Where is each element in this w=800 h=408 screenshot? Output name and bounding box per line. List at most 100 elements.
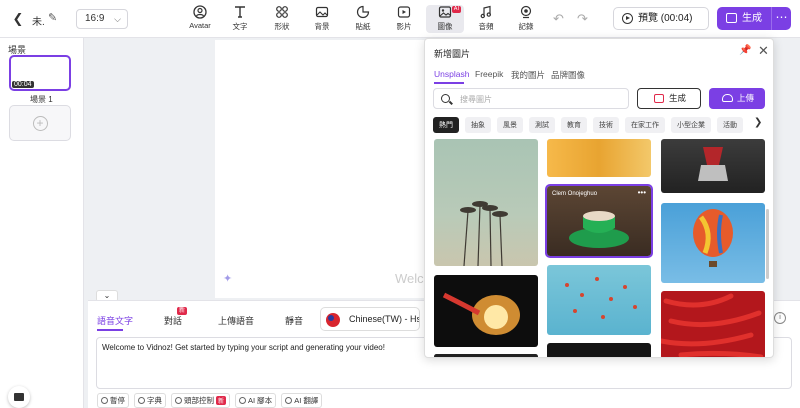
image-search-box	[433, 88, 629, 109]
chip-events[interactable]: 活動	[717, 117, 743, 133]
script-toolbar: 暫停 字典 頭部控制新 AI 腳本 AI 翻譯	[97, 393, 323, 408]
tool-label: 背景	[314, 22, 330, 31]
music-icon	[480, 5, 491, 19]
add-scene-button[interactable]: +	[9, 105, 71, 141]
dictionary-button[interactable]: 字典	[134, 393, 166, 408]
palm-trees-image	[460, 201, 508, 266]
tab-freepik[interactable]: Freepik	[475, 69, 503, 79]
project-name[interactable]: 未.	[32, 13, 45, 28]
tool-image[interactable]: AI 圖像	[426, 5, 464, 33]
pin-icon[interactable]: 📌	[739, 45, 751, 56]
head-control-button[interactable]: 頭部控制新	[171, 393, 231, 408]
generate-button[interactable]: 生成	[717, 7, 771, 30]
preview-button[interactable]: 預覽 (00:04)	[613, 7, 709, 30]
photo-credit: Clem Onojeghuo	[552, 191, 598, 197]
image-thumbnail[interactable]	[547, 343, 651, 357]
text-icon	[235, 6, 245, 18]
image-thumbnail[interactable]	[661, 139, 765, 193]
scene-thumbnail[interactable]: 00:04	[9, 55, 71, 91]
chip-technology[interactable]: 技術	[593, 117, 619, 133]
close-icon[interactable]: ✕	[758, 43, 769, 59]
ai-script-button[interactable]: AI 腳本	[235, 393, 277, 408]
image-thumbnail[interactable]	[661, 203, 765, 283]
image-thumbnail[interactable]	[661, 291, 765, 357]
more-options-icon[interactable]: •••	[638, 188, 646, 197]
chip-popular[interactable]: 熱門	[433, 117, 459, 133]
pencil-icon[interactable]: ✎	[48, 11, 57, 24]
head-icon	[175, 397, 182, 404]
scene-label: 場景 1	[30, 95, 53, 104]
generate-icon	[726, 13, 737, 23]
redo-icon[interactable]: ↷	[577, 11, 588, 27]
generate-label: 生成	[742, 13, 762, 24]
image-thumbnail[interactable]	[434, 139, 538, 266]
preview-label: 預覽 (00:04)	[638, 13, 693, 24]
tool-avatar[interactable]: Avatar	[183, 5, 217, 33]
chip-work-from-home[interactable]: 在家工作	[625, 117, 665, 133]
taiwan-flag-icon	[326, 313, 340, 327]
play-icon	[622, 13, 633, 24]
shapes-icon	[276, 6, 288, 18]
tool-shapes[interactable]: 形狀	[265, 5, 299, 33]
translate-icon	[285, 397, 293, 404]
top-bar: ❮ 未. ✎ 16:9 ⌵ Avatar 文字 形狀 背景 貼紙 影片 AI 圖像…	[0, 0, 800, 38]
vidnoz-logo-icon: ✦	[223, 273, 233, 285]
avatar-icon	[193, 5, 207, 19]
tool-record[interactable]: 記錄	[509, 5, 543, 33]
tab-brand-images[interactable]: 品牌圖像	[551, 69, 585, 81]
tool-label: 影片	[396, 22, 412, 31]
back-icon[interactable]: ❮	[10, 11, 26, 27]
tool-background[interactable]: 背景	[305, 5, 339, 33]
plus-icon: +	[32, 115, 48, 131]
support-button[interactable]	[8, 386, 30, 408]
image-thumbnail[interactable]	[547, 139, 651, 177]
chip-small-business[interactable]: 小型企業	[671, 117, 711, 133]
tab-upload-voice[interactable]: 上傳語音	[218, 314, 254, 327]
balloons-sky-image	[565, 277, 637, 319]
ai-translate-button[interactable]: AI 翻譯	[281, 393, 323, 408]
tool-label: 圖像	[437, 22, 453, 31]
info-icon[interactable]: i	[774, 312, 786, 324]
tool-video[interactable]: 影片	[387, 5, 421, 33]
chip-test[interactable]: 測試	[529, 117, 555, 133]
voice-selector[interactable]: Chinese(TW) - HsiaoYu	[320, 307, 420, 331]
scene-duration: 00:04	[12, 81, 34, 88]
image-thumbnail[interactable]	[434, 354, 538, 357]
chip-landscape[interactable]: 風景	[497, 117, 523, 133]
pause-button[interactable]: 暫停	[97, 393, 129, 408]
link-icon	[138, 397, 145, 404]
chevron-down-icon: ⌵	[114, 14, 121, 24]
tab-dialogue[interactable]: 對話	[164, 314, 182, 327]
tool-text[interactable]: 文字	[223, 5, 257, 33]
more-options-icon[interactable]: ⋯	[771, 7, 791, 30]
chip-abstract[interactable]: 抽象	[465, 117, 491, 133]
undo-icon[interactable]: ↶	[553, 11, 564, 27]
add-image-panel: 新增圖片 📌 ✕ Unsplash Freepik 我的圖片 品牌圖像 生成 上…	[424, 38, 774, 358]
aspect-ratio-select[interactable]: 16:9 ⌵	[76, 9, 128, 29]
tab-unsplash[interactable]: Unsplash	[434, 69, 469, 79]
dictionary-label: 字典	[147, 396, 162, 405]
image-thumbnail-selected[interactable]: Clem Onojeghuo •••	[545, 184, 653, 258]
image-search-input[interactable]	[460, 92, 620, 106]
background-icon	[315, 6, 329, 18]
tool-sticker[interactable]: 貼紙	[346, 5, 380, 33]
tab-mute[interactable]: 靜音	[285, 314, 303, 327]
ai-script-label: AI 腳本	[248, 396, 273, 405]
image-grid-scrollbar[interactable]	[766, 209, 769, 279]
ai-generate-image-button[interactable]: 生成	[637, 88, 701, 109]
tool-label: Avatar	[189, 21, 211, 30]
search-icon	[441, 94, 450, 103]
tool-music[interactable]: 音頻	[469, 5, 503, 33]
voice-name: Chinese(TW) - HsiaoYu	[349, 314, 419, 324]
upload-button[interactable]: 上傳	[709, 88, 765, 109]
chip-education[interactable]: 教育	[561, 117, 587, 133]
chevron-right-icon[interactable]: ❯	[754, 117, 762, 128]
campfire-image	[442, 292, 520, 335]
image-thumbnail[interactable]	[547, 265, 651, 335]
inbox-icon	[14, 393, 24, 401]
tab-my-images[interactable]: 我的圖片	[511, 69, 545, 81]
image-thumbnail[interactable]	[434, 275, 538, 347]
tab-voice-text[interactable]: 語音文字	[97, 314, 133, 327]
pause-label: 暫停	[110, 396, 125, 405]
active-tab-indicator	[97, 329, 123, 331]
